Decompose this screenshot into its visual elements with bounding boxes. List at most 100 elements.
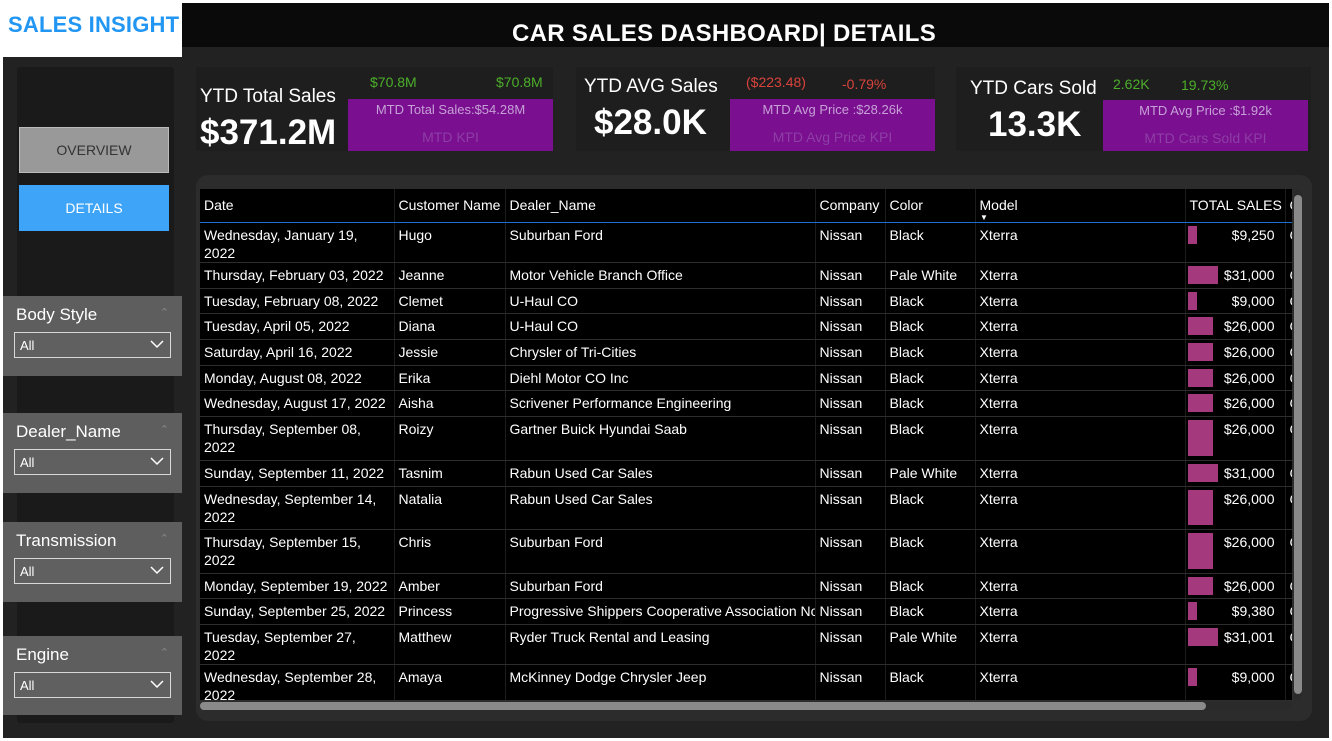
cell-dealer: Suburban Ford: [505, 222, 816, 263]
table-row[interactable]: Wednesday, January 19, 2022 Hugo Suburban …: [200, 222, 1292, 263]
column-header-model[interactable]: Model: [975, 189, 1186, 223]
vertical-scroll-thumb[interactable]: [1294, 195, 1302, 694]
sales-value: $26,000: [1223, 369, 1275, 386]
cell-date: Monday, August 08, 2022: [200, 365, 395, 391]
cell-model: Xterra: [975, 573, 1186, 599]
cell-color: Black: [885, 529, 976, 574]
sales-value: $31,001: [1223, 628, 1275, 645]
cell-company: Nissan: [815, 416, 886, 461]
cell-date: Wednesday, August 17, 2022: [200, 390, 395, 417]
transmission-dropdown[interactable]: All: [14, 558, 171, 584]
chevron-down-icon: [150, 566, 164, 575]
cell-dealer: U-Haul CO: [505, 313, 816, 340]
table-row[interactable]: Wednesday, September 28, 2022 Amaya McKinn…: [200, 664, 1292, 700]
table-row[interactable]: Thursday, September 08, 2022 Roizy Gartner…: [200, 416, 1292, 461]
body-style-dropdown[interactable]: All: [14, 332, 171, 358]
cell-extra: C: [1285, 624, 1292, 665]
cell-total-sales: $26,000: [1185, 390, 1286, 417]
column-header-date[interactable]: Date: [200, 189, 395, 223]
cell-model: Xterra: [975, 365, 1186, 391]
table-row[interactable]: Wednesday, September 14, 2022 Natalia Rabu…: [200, 486, 1292, 530]
cell-date: Tuesday, February 08, 2022: [200, 288, 395, 314]
cell-model: Xterra: [975, 416, 1186, 461]
cell-customer: Diana: [394, 313, 506, 340]
cell-total-sales: $26,000: [1185, 573, 1286, 599]
cell-company: Nissan: [815, 339, 886, 366]
table-row[interactable]: Sunday, September 11, 2022 Tasnim Rabun Us…: [200, 460, 1292, 487]
mtd-kpi-subtitle: MTD Cars Sold KPI: [1144, 130, 1267, 146]
chevron-down-icon: [150, 457, 164, 466]
cell-color: Black: [885, 365, 976, 391]
sales-value: $26,000: [1223, 577, 1275, 594]
cell-date: Sunday, September 25, 2022: [200, 598, 395, 625]
table-row[interactable]: Thursday, September 15, 2022 Chris Suburba…: [200, 529, 1292, 574]
cell-extra: C: [1285, 416, 1292, 461]
cell-company: Nissan: [815, 313, 886, 340]
cell-customer: Erika: [394, 365, 506, 391]
kpi-delta-secondary: $70.8M: [496, 74, 543, 90]
cell-color: Black: [885, 313, 976, 340]
table-row[interactable]: Wednesday, August 17, 2022 Aisha Scrivener…: [200, 390, 1292, 417]
cell-extra: C: [1285, 288, 1292, 314]
table-row[interactable]: Thursday, February 03, 2022 Jeanne Motor V…: [200, 262, 1292, 289]
dropdown-value: All: [20, 338, 35, 353]
chevron-up-icon[interactable]: ⌃: [160, 532, 169, 545]
details-button[interactable]: DETAILS: [19, 185, 169, 231]
column-header-dealer[interactable]: Dealer_Name: [505, 189, 816, 223]
cell-customer: Matthew: [394, 624, 506, 665]
chevron-up-icon[interactable]: ⌃: [160, 646, 169, 659]
table-header-row: Date Customer Name Dealer_Name Company C…: [200, 189, 1292, 223]
cell-extra: C: [1285, 598, 1292, 625]
cell-color: Black: [885, 598, 976, 625]
horizontal-scrollbar[interactable]: [200, 702, 1292, 710]
cell-dealer: Chrysler of Tri-Cities: [505, 339, 816, 366]
cell-dealer: Suburban Ford: [505, 529, 816, 574]
column-header-color[interactable]: Color: [885, 189, 976, 223]
chevron-up-icon[interactable]: ⌃: [160, 423, 169, 436]
cell-total-sales: $9,000: [1185, 664, 1286, 700]
table-row[interactable]: Tuesday, September 27, 2022 Matthew Ryder …: [200, 624, 1292, 665]
cell-company: Nissan: [815, 486, 886, 530]
transmission-slicer: Transmission ⌃ All: [3, 522, 182, 602]
cell-color: Black: [885, 339, 976, 366]
engine-slicer: Engine ⌃ All: [3, 636, 182, 715]
table-row[interactable]: Sunday, September 25, 2022 Princess Progre…: [200, 598, 1292, 625]
column-header-company[interactable]: Company: [815, 189, 886, 223]
table-row[interactable]: Tuesday, April 05, 2022 Diana U-Haul CO Nis…: [200, 313, 1292, 340]
dealer-name-dropdown[interactable]: All: [14, 449, 171, 475]
cell-date: Thursday, February 03, 2022: [200, 262, 395, 289]
sales-value: $9,000: [1231, 668, 1275, 685]
cell-model: Xterra: [975, 664, 1186, 700]
horizontal-scroll-thumb[interactable]: [200, 702, 1206, 710]
cell-color: Black: [885, 573, 976, 599]
cell-dealer: Progressive Shippers Cooperative Associa…: [505, 598, 816, 625]
cell-model: Xterra: [975, 529, 1186, 574]
nav-panel: OVERVIEW DETAILS: [17, 67, 174, 723]
table-row[interactable]: Monday, September 19, 2022 Amber Suburban …: [200, 573, 1292, 599]
kpi-delta: $70.8M: [370, 74, 417, 90]
kpi-label: YTD Total Sales: [200, 86, 336, 107]
column-header-customer[interactable]: Customer Name: [394, 189, 506, 223]
vertical-scrollbar[interactable]: [1294, 189, 1302, 700]
engine-dropdown[interactable]: All: [14, 672, 171, 698]
column-header-extra[interactable]: C: [1285, 189, 1292, 223]
table-row[interactable]: Tuesday, February 08, 2022 Clemet U-Haul C…: [200, 288, 1292, 314]
sales-bar: [1187, 576, 1213, 595]
slicer-title: Engine: [16, 645, 69, 664]
mtd-kpi-subtitle: MTD KPI: [422, 129, 479, 145]
cell-model: Xterra: [975, 598, 1186, 625]
page-title: CAR SALES DASHBOARD| DETAILS: [512, 20, 937, 47]
table-row[interactable]: Monday, August 08, 2022 Erika Diehl Motor …: [200, 365, 1292, 391]
table-row[interactable]: Saturday, April 16, 2022 Jessie Chrysler o…: [200, 339, 1292, 366]
column-header-total-sales[interactable]: TOTAL SALES: [1185, 189, 1286, 223]
cell-company: Nissan: [815, 365, 886, 391]
overview-button[interactable]: OVERVIEW: [19, 127, 169, 173]
cell-customer: Jessie: [394, 339, 506, 366]
cell-date: Sunday, September 11, 2022: [200, 460, 395, 487]
cell-extra: C: [1285, 222, 1292, 263]
cell-color: Black: [885, 390, 976, 417]
details-table-container[interactable]: Date Customer Name Dealer_Name Company C…: [200, 189, 1292, 700]
chevron-up-icon[interactable]: ⌃: [160, 306, 169, 319]
cell-date: Thursday, September 15, 2022: [200, 529, 395, 574]
sales-value: $31,000: [1223, 266, 1275, 283]
